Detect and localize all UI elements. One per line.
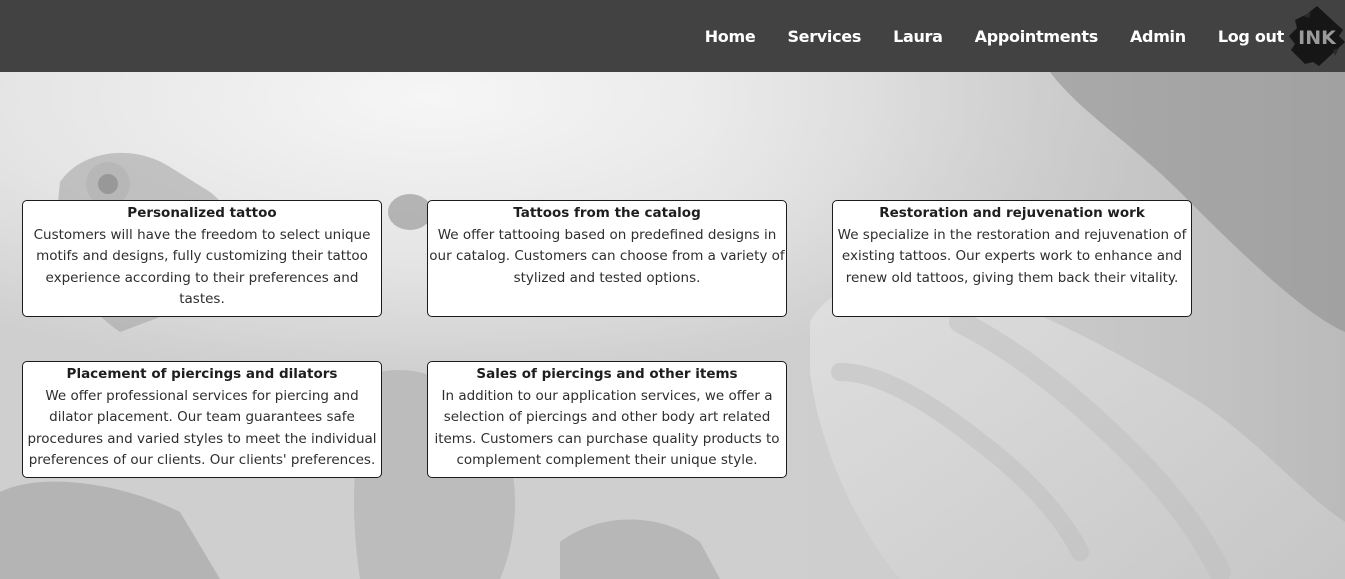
card-description: We specialize in the restoration and rej…: [837, 226, 1187, 286]
card-title: Restoration and rejuvenation work: [879, 205, 1145, 221]
card-title: Tattoos from the catalog: [513, 205, 701, 221]
card-description: In addition to our application services,…: [434, 387, 780, 469]
service-card-sales: Sales of piercings and other items In ad…: [427, 361, 787, 478]
card-description: We offer professional services for pierc…: [27, 387, 377, 469]
service-card-personalized-tattoo: Personalized tattoo Customers will have …: [22, 200, 382, 317]
nav-admin-link[interactable]: Admin: [1130, 27, 1186, 46]
nav-links: Home Services Laura Appointments Admin L…: [705, 0, 1285, 72]
hero-section: [0, 72, 1345, 579]
card-title: Personalized tattoo: [127, 205, 277, 221]
card-title: Sales of piercings and other items: [476, 366, 738, 382]
service-card-piercings-dilators: Placement of piercings and dilators We o…: [22, 361, 382, 478]
nav-user-link[interactable]: Laura: [893, 27, 943, 46]
card-description: We offer tattooing based on predefined d…: [429, 226, 785, 286]
ink-logo-icon: INK: [1289, 6, 1345, 66]
nav-home-link[interactable]: Home: [705, 27, 756, 46]
service-card-catalog-tattoos: Tattoos from the catalog We offer tattoo…: [427, 200, 787, 317]
nav-logout-link[interactable]: Log out: [1218, 27, 1284, 46]
ink-logo[interactable]: INK: [1289, 6, 1345, 66]
navbar: Home Services Laura Appointments Admin L…: [0, 0, 1345, 72]
nav-appointments-link[interactable]: Appointments: [975, 27, 1099, 46]
service-card-restoration: Restoration and rejuvenation work We spe…: [832, 200, 1192, 317]
nav-services-link[interactable]: Services: [787, 27, 861, 46]
logo-text: INK: [1298, 27, 1337, 49]
card-description: Customers will have the freedom to selec…: [33, 226, 371, 308]
card-title: Placement of piercings and dilators: [66, 366, 338, 382]
hero-background-image: [0, 72, 1345, 579]
